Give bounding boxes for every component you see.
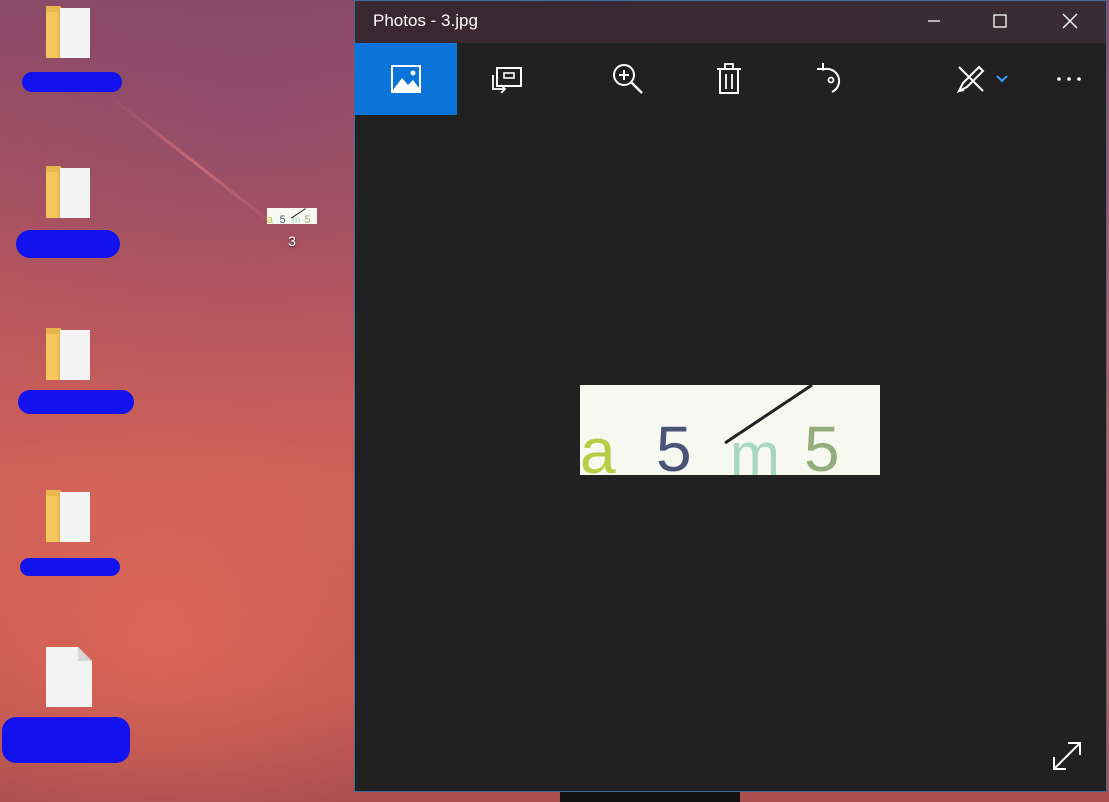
folder-icon [44,160,94,222]
trash-icon [717,63,741,94]
more-options-button[interactable] [1029,43,1109,115]
close-button[interactable] [1047,1,1093,41]
close-icon [1062,13,1078,29]
wallpaper-silhouette [560,792,740,802]
svg-text:5: 5 [280,214,286,224]
desktop-folder-3[interactable] [0,322,134,432]
title-bar[interactable]: Photos - 3.jpg [355,1,1106,43]
folder-icon [44,322,94,384]
file-icon [44,645,94,709]
toolbar [355,43,1106,115]
desktop-file-1[interactable] [0,645,130,763]
maximize-icon [993,14,1007,28]
image-viewer[interactable]: a 5 m 5 [355,115,1106,791]
captcha-char: m [730,421,780,475]
slideshow-button[interactable] [468,43,548,115]
photos-window: Photos - 3.jpg a 5 m 5 [354,0,1107,792]
maximize-button[interactable] [977,1,1023,41]
zoom-in-icon [613,64,643,94]
wallpaper-streak [109,95,285,234]
captcha-char: a [580,415,616,475]
redacted-label [16,230,120,258]
chevron-down-icon [996,75,1008,83]
full-screen-button[interactable] [1050,739,1084,773]
redacted-label [22,72,122,92]
edit-button[interactable] [937,43,1027,115]
slideshow-icon [492,67,522,93]
folder-icon [44,484,94,546]
rotate-icon [817,63,841,93]
redacted-label [18,390,134,414]
captcha-char: 5 [656,413,692,475]
expand-icon [1053,742,1081,770]
svg-text:5: 5 [305,214,311,224]
rotate-button[interactable] [791,43,871,115]
edit-create-icon [956,65,985,94]
folder-icon [44,0,94,62]
redacted-label [2,717,130,763]
captcha-char: 5 [804,413,840,475]
desktop-image-thumbnail[interactable]: a 5 m 5 [267,208,317,224]
minimize-icon [928,20,940,22]
minimize-button[interactable] [911,1,957,41]
desktop-image-label: 3 [288,233,296,249]
redacted-label [20,558,120,576]
svg-text:a: a [267,214,273,224]
zoom-button[interactable] [588,43,668,115]
more-icon [1057,77,1081,81]
desktop-folder-4[interactable] [0,484,120,594]
desktop-folder-1[interactable] [0,0,122,110]
view-image-button[interactable] [355,43,457,115]
delete-button[interactable] [689,43,769,115]
window-title: Photos - 3.jpg [373,11,478,30]
image-icon [391,65,421,93]
desktop-folder-2[interactable] [0,160,120,270]
displayed-photo: a 5 m 5 [580,385,880,475]
